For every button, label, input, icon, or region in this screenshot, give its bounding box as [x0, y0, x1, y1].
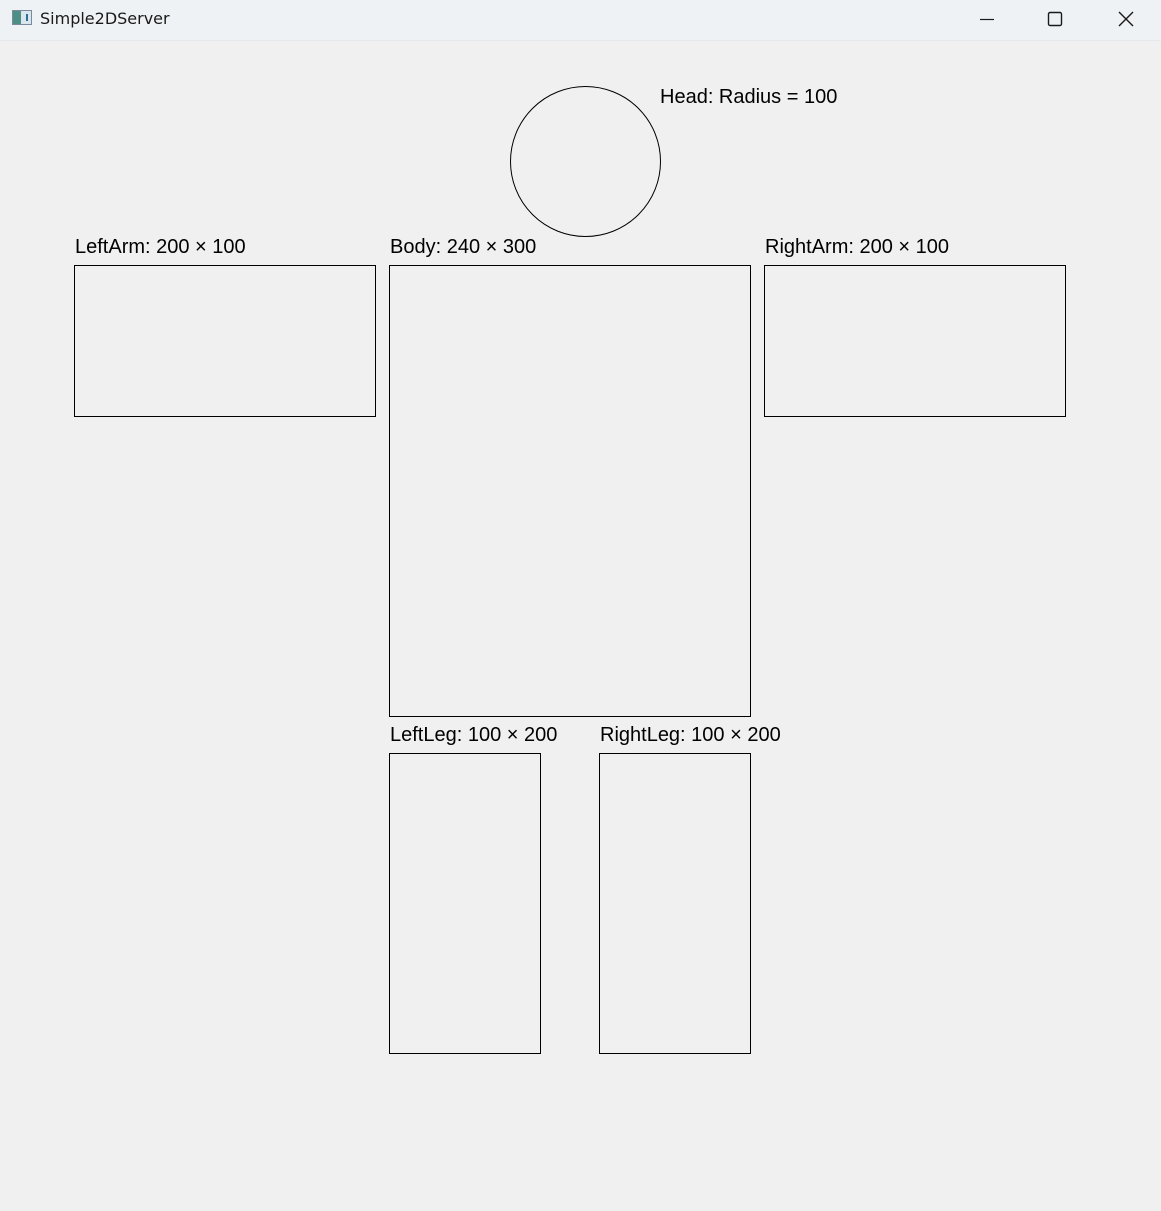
right-leg-label: RightLeg: 100 × 200: [600, 724, 781, 746]
head-circle: [510, 86, 661, 237]
maximize-icon: [1047, 11, 1063, 27]
left-leg-rect: [389, 753, 541, 1054]
title-bar[interactable]: Simple2DServer: [0, 0, 1161, 41]
left-arm-rect: [74, 265, 376, 417]
minimize-button[interactable]: [964, 0, 1010, 40]
body-label: Body: 240 × 300: [390, 236, 537, 258]
right-leg-rect: [599, 753, 751, 1054]
right-arm-rect: [764, 265, 1066, 417]
head-label: Head: Radius = 100: [660, 86, 838, 108]
close-button[interactable]: [1103, 0, 1149, 40]
minimize-icon: [980, 18, 994, 21]
app-window: Simple2DServer Head: Radius = 100 LeftAr…: [0, 0, 1161, 1211]
maximize-button[interactable]: [1032, 0, 1078, 40]
body-rect: [389, 265, 751, 717]
drawing-canvas: Head: Radius = 100 LeftArm: 200 × 100 Bo…: [0, 41, 1161, 1211]
app-window-icon: [12, 10, 32, 25]
left-arm-label: LeftArm: 200 × 100: [75, 236, 246, 258]
right-arm-label: RightArm: 200 × 100: [765, 236, 949, 258]
close-icon: [1118, 11, 1134, 27]
window-title: Simple2DServer: [40, 9, 170, 28]
left-leg-label: LeftLeg: 100 × 200: [390, 724, 558, 746]
